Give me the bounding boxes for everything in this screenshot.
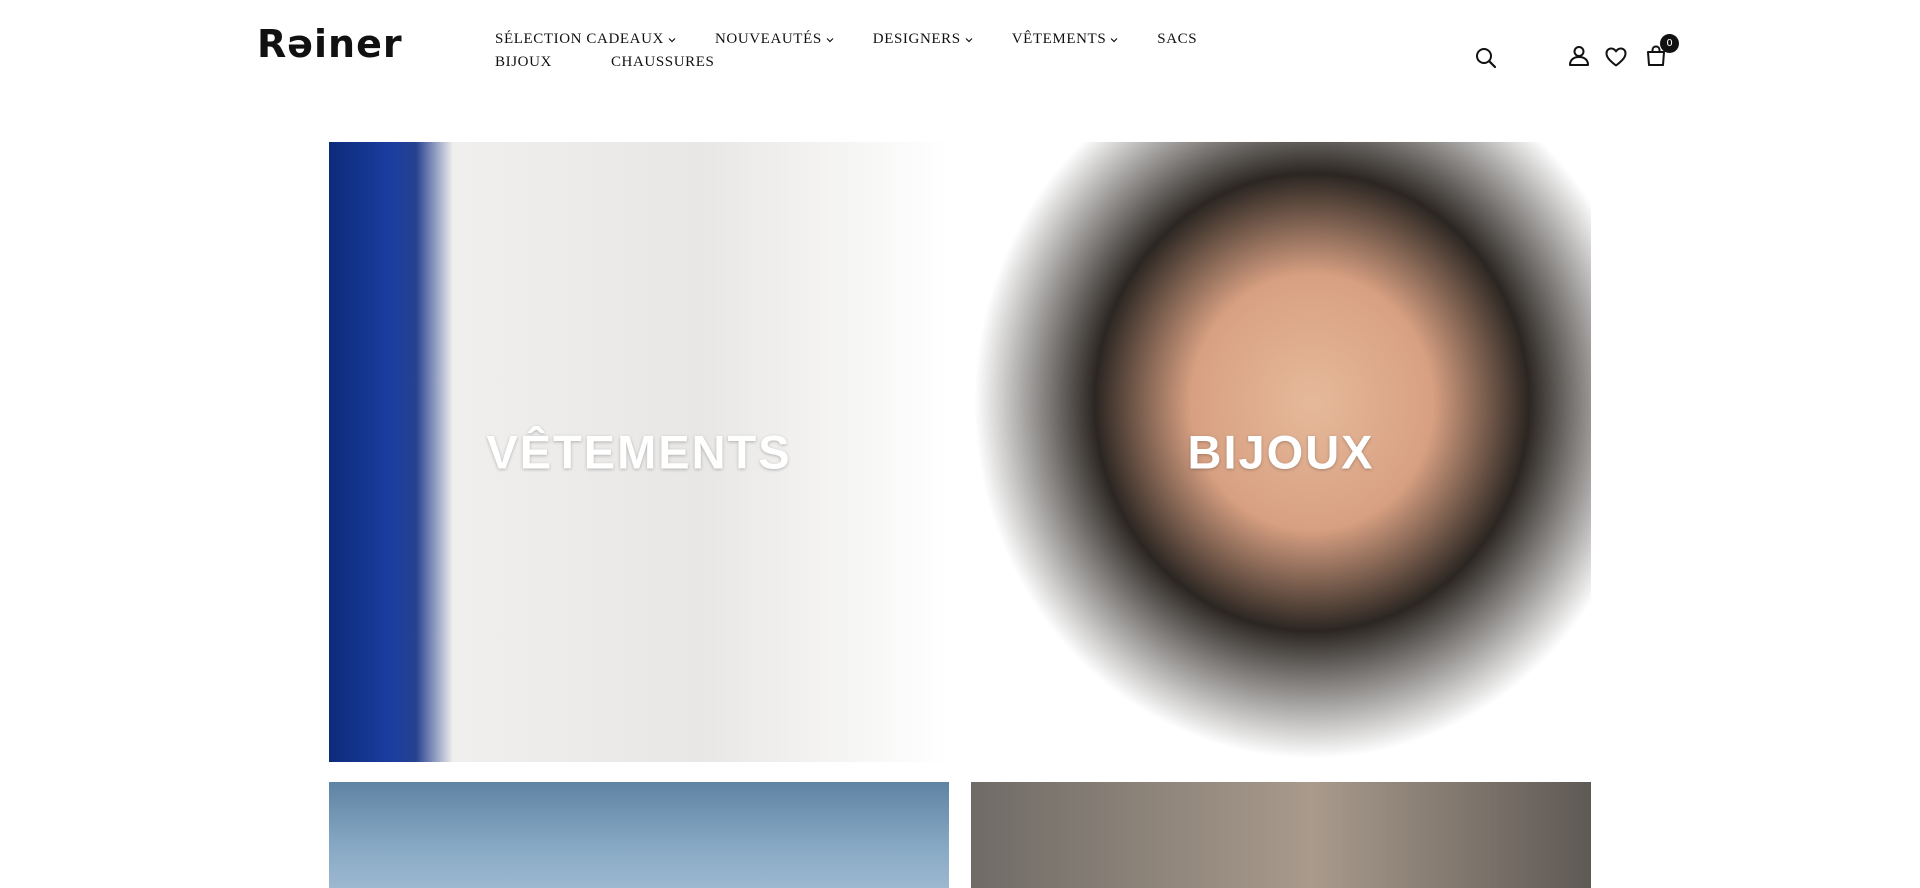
nav-item-label: CHAUSSURES	[610, 54, 715, 70]
search-icon[interactable]	[1474, 46, 1498, 70]
chevron-down-icon	[965, 31, 973, 48]
nav-item-sacs[interactable]: SACS	[1157, 31, 1197, 48]
category-tile-4[interactable]	[971, 782, 1591, 888]
user-icon[interactable]	[1567, 44, 1591, 68]
brand-logo[interactable]: Rəiner	[257, 22, 403, 66]
chevron-down-icon	[826, 31, 834, 48]
category-tile-3[interactable]	[329, 782, 949, 888]
category-tile-vetements[interactable]: VÊTEMENTS	[329, 142, 949, 762]
nav-item-bijoux[interactable]: BIJOUX	[495, 54, 552, 71]
chevron-down-icon	[668, 31, 676, 48]
nav-item-label: DESIGNERS	[872, 31, 961, 47]
nav-item-label: BIJOUX	[495, 54, 552, 70]
nav-item-nouveautes[interactable]: NOUVEAUTÉS	[715, 31, 834, 48]
tile-label: BIJOUX	[1187, 425, 1375, 479]
tile-label: VÊTEMENTS	[486, 425, 792, 479]
site-header: Rəiner SÉLECTION CADEAUX NOUVEAUTÉS DESI…	[0, 0, 1920, 100]
category-tile-bijoux[interactable]: BIJOUX	[971, 142, 1591, 762]
nav-item-selection-cadeaux[interactable]: SÉLECTION CADEAUX	[495, 31, 676, 48]
nav-item-label: VÊTEMENTS	[1011, 31, 1107, 47]
nav-item-label: NOUVEAUTÉS	[714, 31, 822, 47]
chevron-down-icon	[1110, 31, 1118, 48]
nav-item-label: SÉLECTION CADEAUX	[495, 31, 664, 47]
cart-count-badge: 0	[1660, 34, 1679, 53]
nav-item-label: SACS	[1157, 31, 1198, 47]
nav-item-vetements[interactable]: VÊTEMENTS	[1012, 31, 1119, 48]
heart-icon[interactable]	[1604, 45, 1628, 69]
main-navigation: SÉLECTION CADEAUX NOUVEAUTÉS DESIGNERS V…	[495, 31, 1315, 71]
nav-item-designers[interactable]: DESIGNERS	[873, 31, 973, 48]
nav-item-chaussures[interactable]: CHAUSSURES	[611, 54, 715, 71]
